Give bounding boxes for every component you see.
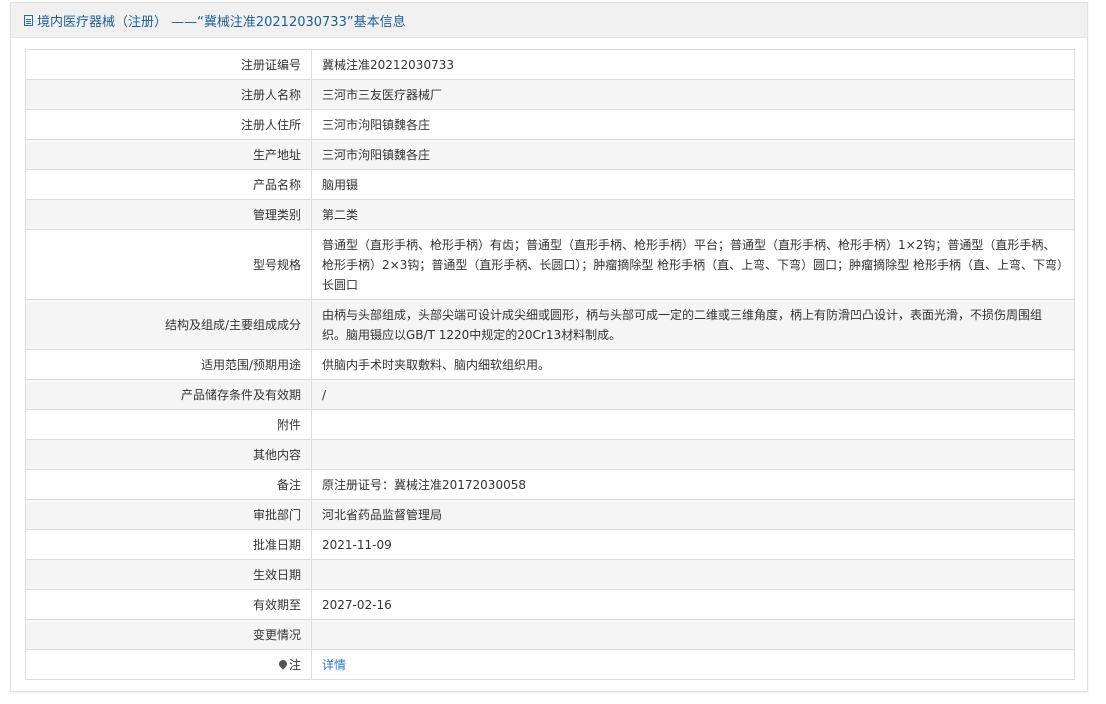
table-row: 附件	[25, 409, 1075, 440]
row-value-registrant-name: 三河市三友医疗器械厂	[311, 79, 1075, 110]
row-value-approval-date: 2021-11-09	[311, 529, 1075, 560]
page-title: 境内医疗器械（注册） ——“冀械注准20212030733”基本信息	[37, 14, 406, 30]
row-label-product-name: 产品名称	[25, 169, 312, 200]
table-row: 审批部门 河北省药品监督管理局	[25, 499, 1075, 530]
details-link[interactable]: 详情	[322, 658, 346, 672]
row-label-remarks: 备注	[25, 469, 312, 500]
row-value-registration-number: 冀械注准20212030733	[311, 49, 1075, 80]
row-label-changes: 变更情况	[25, 619, 312, 650]
row-label-approval-date: 批准日期	[25, 529, 312, 560]
row-value-storage: /	[311, 379, 1075, 410]
info-table: 注册证编号 冀械注准20212030733 注册人名称 三河市三友医疗器械厂 注…	[25, 49, 1075, 680]
row-value-note: 详情	[311, 649, 1075, 680]
table-row: 产品名称 脑用镊	[25, 169, 1075, 200]
row-label-management-class: 管理类别	[25, 199, 312, 230]
row-value-structure: 由柄与头部组成，头部尖端可设计成尖细或圆形，柄与头部可成一定的二维或三维角度，柄…	[311, 299, 1075, 350]
row-label-other: 其他内容	[25, 439, 312, 470]
row-label-effective-date: 生效日期	[25, 559, 312, 590]
row-value-production-address: 三河市泃阳镇魏各庄	[311, 139, 1075, 170]
row-value-effective-date	[311, 559, 1075, 590]
table-row: 生效日期	[25, 559, 1075, 590]
panel-header: 境内医疗器械（注册） ——“冀械注准20212030733”基本信息	[11, 3, 1087, 38]
row-value-model-spec: 普通型（直形手柄、枪形手柄）有齿；普通型（直形手柄、枪形手柄）平台；普通型（直形…	[311, 229, 1075, 300]
note-icon	[277, 657, 289, 670]
table-row: 备注 原注册证号：冀械注准20172030058	[25, 469, 1075, 500]
table-row: 结构及组成/主要组成成分 由柄与头部组成，头部尖端可设计成尖细或圆形，柄与头部可…	[25, 299, 1075, 350]
note-label: 注	[288, 657, 301, 672]
row-value-management-class: 第二类	[311, 199, 1075, 230]
row-value-registrant-address: 三河市泃阳镇魏各庄	[311, 109, 1075, 140]
row-label-attachment: 附件	[25, 409, 312, 440]
row-label-production-address: 生产地址	[25, 139, 312, 170]
info-table-wrapper: 注册证编号 冀械注准20212030733 注册人名称 三河市三友医疗器械厂 注…	[25, 49, 1075, 680]
table-row: 管理类别 第二类	[25, 199, 1075, 230]
table-row: 注册证编号 冀械注准20212030733	[25, 49, 1075, 80]
table-row: 适用范围/预期用途 供脑内手术时夹取敷料、脑内细软组织用。	[25, 349, 1075, 380]
row-label-registration-number: 注册证编号	[25, 49, 312, 80]
row-value-product-name: 脑用镊	[311, 169, 1075, 200]
table-row: 变更情况	[25, 619, 1075, 650]
info-panel: 境内医疗器械（注册） ——“冀械注准20212030733”基本信息 注册证编号…	[10, 2, 1088, 692]
row-value-attachment	[311, 409, 1075, 440]
document-icon	[24, 14, 33, 26]
row-value-other	[311, 439, 1075, 470]
row-label-valid-until: 有效期至	[25, 589, 312, 620]
row-label-intended-use: 适用范围/预期用途	[25, 349, 312, 380]
row-label-storage: 产品储存条件及有效期	[25, 379, 312, 410]
row-label-structure: 结构及组成/主要组成成分	[25, 299, 312, 350]
table-row: 其他内容	[25, 439, 1075, 470]
table-row: 产品储存条件及有效期 /	[25, 379, 1075, 410]
row-value-changes	[311, 619, 1075, 650]
table-row: 注册人名称 三河市三友医疗器械厂	[25, 79, 1075, 110]
row-value-valid-until: 2027-02-16	[311, 589, 1075, 620]
row-value-intended-use: 供脑内手术时夹取敷料、脑内细软组织用。	[311, 349, 1075, 380]
row-label-note: 注	[25, 649, 312, 680]
row-value-remarks: 原注册证号：冀械注准20172030058	[311, 469, 1075, 500]
row-label-registrant-name: 注册人名称	[25, 79, 312, 110]
row-label-approval-dept: 审批部门	[25, 499, 312, 530]
row-label-model-spec: 型号规格	[25, 229, 312, 300]
table-row: 批准日期 2021-11-09	[25, 529, 1075, 560]
table-row: 注 详情	[25, 649, 1075, 680]
row-value-approval-dept: 河北省药品监督管理局	[311, 499, 1075, 530]
row-label-registrant-address: 注册人住所	[25, 109, 312, 140]
table-row: 生产地址 三河市泃阳镇魏各庄	[25, 139, 1075, 170]
table-row: 注册人住所 三河市泃阳镇魏各庄	[25, 109, 1075, 140]
table-row: 型号规格 普通型（直形手柄、枪形手柄）有齿；普通型（直形手柄、枪形手柄）平台；普…	[25, 229, 1075, 300]
table-row: 有效期至 2027-02-16	[25, 589, 1075, 620]
